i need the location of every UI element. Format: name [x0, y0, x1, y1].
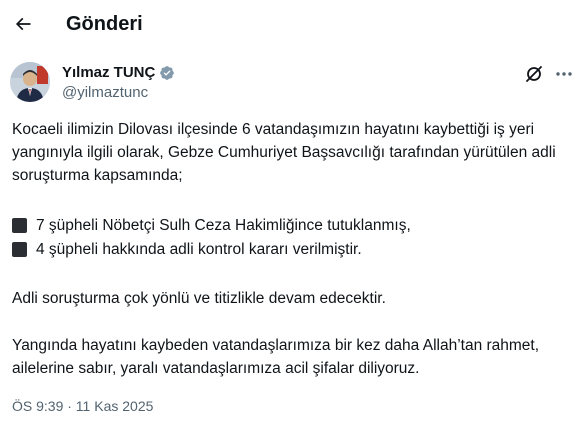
arrow-left-icon — [15, 17, 31, 31]
post-paragraph-1: Kocaeli ilimizin Dilovası ilçesinde 6 va… — [12, 121, 556, 184]
black-square-icon — [12, 217, 27, 233]
post-timestamp[interactable]: ÖS 9:39 · 11 Kas 2025 — [12, 397, 153, 415]
black-square-icon — [12, 241, 27, 257]
post-paragraph-4: Yangında hayatını kaybeden vatandaşlarım… — [12, 337, 540, 377]
post-bullet-list: 7 şüpheli Nöbetçi Sulh Ceza Hakimliğince… — [12, 213, 572, 261]
page-title: Gönderi — [66, 13, 143, 35]
more-horizontal-icon — [556, 72, 572, 76]
post-paragraph-3: Adli soruşturma çok yönlü ve titizlikle … — [12, 290, 386, 307]
bullet-text: 4 şüpheli hakkında adli kontrol kararı v… — [36, 240, 362, 258]
avatar[interactable] — [10, 62, 50, 102]
grok-icon — [526, 66, 542, 82]
back-button[interactable] — [6, 7, 40, 41]
more-button[interactable] — [554, 64, 574, 84]
list-item: 7 şüpheli Nöbetçi Sulh Ceza Hakimliğince… — [12, 213, 572, 237]
post-author: Yılmaz TUNÇ @yilmaztunc — [10, 62, 574, 106]
grok-button[interactable] — [524, 64, 544, 84]
list-item: 4 şüpheli hakkında adli kontrol kararı v… — [12, 237, 572, 261]
author-name-row: Yılmaz TUNÇ — [62, 64, 175, 82]
page-header: Gönderi — [0, 0, 584, 52]
author-handle[interactable]: @yilmaztunc — [62, 84, 148, 102]
verified-badge-icon — [160, 66, 175, 80]
bullet-text: 7 şüpheli Nöbetçi Sulh Ceza Hakimliğince… — [36, 216, 411, 234]
author-name[interactable]: Yılmaz TUNÇ — [62, 64, 155, 82]
